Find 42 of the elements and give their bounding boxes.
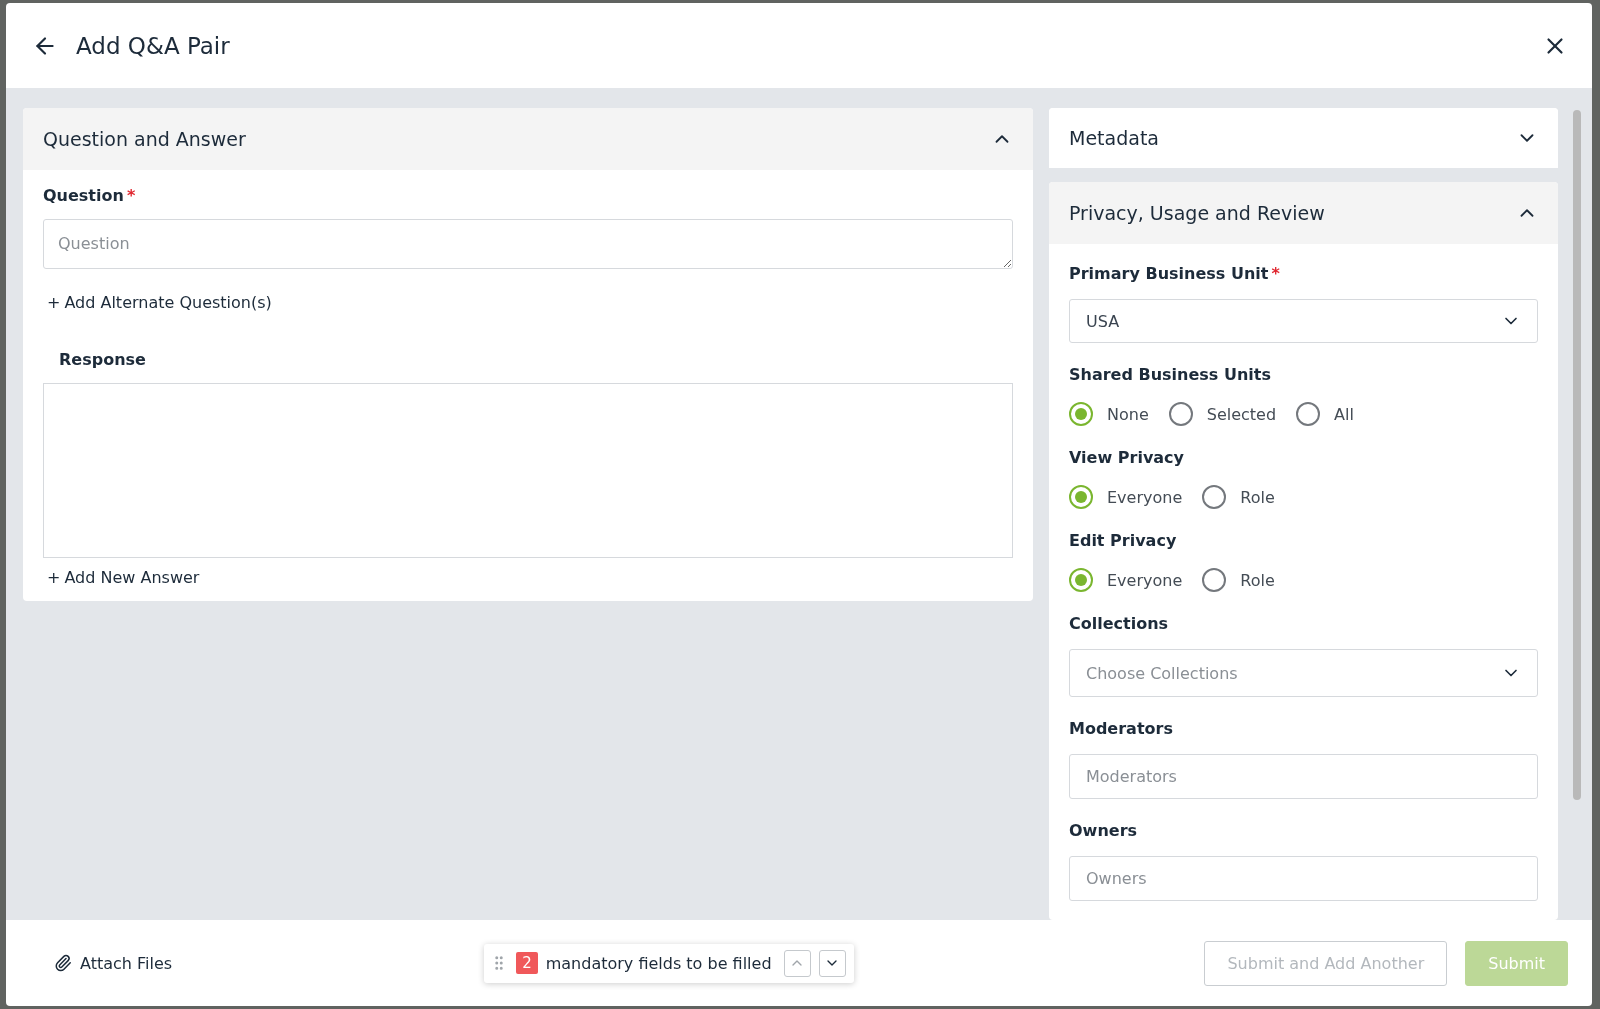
section-title: Question and Answer	[43, 128, 246, 150]
field-label: Primary Business Unit *	[1069, 264, 1281, 283]
radio-icon[interactable]	[1069, 485, 1093, 509]
radio-option[interactable]: Everyone	[1069, 485, 1183, 509]
field-label: Shared Business Units	[1069, 365, 1272, 384]
radio-icon[interactable]	[1296, 402, 1321, 426]
input-field[interactable]: Moderators	[1069, 754, 1538, 799]
section-header[interactable]: Privacy, Usage and Review	[1049, 182, 1558, 244]
section-header[interactable]: Question and Answer	[23, 108, 1033, 170]
field-label: Moderators	[1069, 719, 1174, 738]
dropdown-field[interactable]: USA	[1069, 299, 1538, 343]
radio-icon[interactable]	[1069, 402, 1093, 426]
radio-icon[interactable]	[1069, 568, 1093, 592]
radio-option[interactable]: Selected	[1168, 402, 1277, 426]
radio-icon[interactable]	[1202, 485, 1227, 509]
section-header[interactable]: Metadata	[1049, 108, 1558, 168]
input-field[interactable]: Owners	[1069, 856, 1538, 901]
field-label: Owners	[1069, 821, 1139, 840]
section-title: Metadata	[1069, 127, 1159, 149]
scrollbar-thumb[interactable]	[1573, 110, 1581, 800]
paperclip-icon	[54, 954, 72, 972]
add-answer-link[interactable]: + Add New Answer	[47, 568, 200, 587]
radio-option[interactable]: None	[1069, 402, 1149, 426]
section-title: Privacy, Usage and Review	[1069, 202, 1325, 224]
add-alternate-link[interactable]: + Add Alternate Question(s)	[47, 293, 272, 312]
dialog-title: Add Q&A Pair	[76, 32, 231, 59]
field-label: Response	[59, 350, 147, 369]
field-label: Collections	[1069, 614, 1170, 633]
question-field[interactable]: Question	[43, 219, 1013, 269]
radio-option[interactable]: Role	[1202, 568, 1275, 592]
radio-option[interactable]: All	[1296, 402, 1354, 426]
next-button[interactable]	[818, 949, 846, 977]
radio-icon[interactable]	[1202, 568, 1227, 592]
field-label: View Privacy	[1069, 448, 1186, 467]
attach-files-button[interactable]: Attach Files	[48, 952, 179, 974]
radio-option[interactable]: Role	[1202, 485, 1275, 509]
field-label: Question *	[43, 186, 137, 205]
field-label: Edit Privacy	[1069, 531, 1178, 550]
mandatory-text: mandatory fields to be filled	[545, 953, 772, 973]
count-badge: 2	[516, 952, 538, 974]
radio-icon[interactable]	[1168, 402, 1193, 426]
radio-option[interactable]: Everyone	[1069, 568, 1183, 592]
